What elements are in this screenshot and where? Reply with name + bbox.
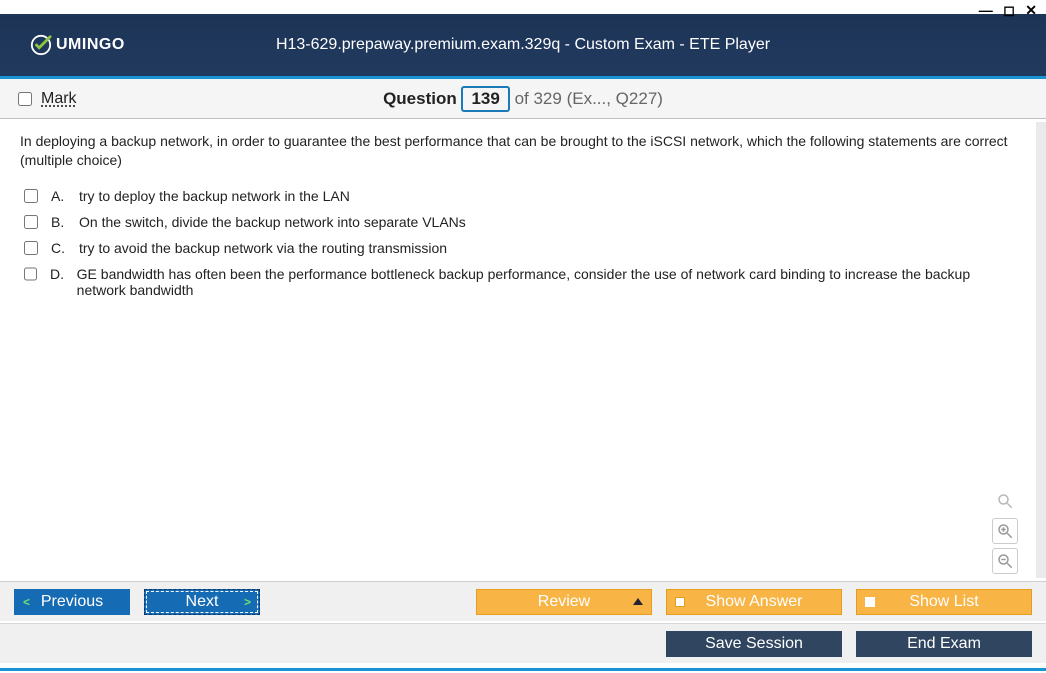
zoom-controls [992,488,1018,574]
option-row[interactable]: A. try to deploy the backup network in t… [20,184,1016,210]
review-label: Review [538,593,590,611]
app-window: — ◻ ✕ UMINGO H13-629.prepaway.premium.ex… [0,0,1046,673]
question-word: Question [383,89,457,108]
triangle-up-icon [633,598,643,605]
minimize-icon[interactable]: — [979,2,996,18]
zoom-out-icon [996,552,1014,570]
save-session-button[interactable]: Save Session [666,631,842,657]
question-count-tail: of 329 (Ex..., Q227) [515,89,663,108]
zoom-in-icon [996,522,1014,540]
window-title: H13-629.prepaway.premium.exam.329q - Cus… [0,36,1046,54]
end-exam-label: End Exam [907,635,981,653]
option-checkbox-a[interactable] [24,189,38,203]
option-checkbox-b[interactable] [24,215,38,229]
end-exam-button[interactable]: End Exam [856,631,1032,657]
review-button[interactable]: Review [476,589,652,615]
question-panel: In deploying a backup network, in order … [0,122,1046,578]
next-button[interactable]: Next > [144,589,260,615]
mark-checkbox[interactable] [18,92,32,106]
question-header: Mark Question 139 of 329 (Ex..., Q227) [0,79,1046,119]
zoom-in-button[interactable] [992,518,1018,544]
question-counter: Question 139 of 329 (Ex..., Q227) [0,86,1046,112]
option-row[interactable]: D. GE bandwidth has often been the perfo… [20,262,1016,302]
option-letter: D. [50,266,67,282]
header: UMINGO H13-629.prepaway.premium.exam.329… [0,14,1046,79]
option-letter: A. [51,188,69,204]
brand: UMINGO [30,34,125,56]
option-text: try to deploy the backup network in the … [79,188,350,204]
brand-check-icon [30,34,52,56]
option-text: On the switch, divide the backup network… [79,214,466,230]
next-label: Next [186,593,219,611]
previous-button[interactable]: < Previous [14,589,130,615]
show-answer-label: Show Answer [706,593,803,611]
save-session-label: Save Session [705,635,803,653]
close-icon[interactable]: ✕ [1025,2,1040,18]
magnifier-icon [996,492,1014,510]
mark-checkbox-wrap[interactable]: Mark [14,89,77,109]
option-checkbox-c[interactable] [24,241,38,255]
show-answer-button[interactable]: Show Answer [666,589,842,615]
option-checkbox-d[interactable] [24,267,37,281]
nav-bar-primary: < Previous Next > Review Show Answer Sho… [0,581,1046,621]
brand-text: UMINGO [56,36,125,54]
window-controls: — ◻ ✕ [979,2,1040,20]
question-number-input[interactable]: 139 [461,86,509,112]
option-row[interactable]: B. On the switch, divide the backup netw… [20,210,1016,236]
show-list-label: Show List [909,593,978,611]
option-letter: C. [51,240,69,256]
mark-label: Mark [41,90,77,108]
show-list-button[interactable]: Show List [856,589,1032,615]
zoom-reset-button[interactable] [992,488,1018,514]
maximize-icon[interactable]: ◻ [1003,2,1018,18]
option-row[interactable]: C. try to avoid the backup network via t… [20,236,1016,262]
option-text: try to avoid the backup network via the … [79,240,447,256]
question-text: In deploying a backup network, in order … [20,132,1016,170]
chevron-right-icon: > [244,595,251,609]
nav-bar-secondary: Save Session End Exam [0,623,1046,663]
bottom-accent-line [0,668,1046,671]
square-icon [675,597,685,607]
previous-label: Previous [41,593,103,611]
chevron-left-icon: < [23,595,30,609]
zoom-out-button[interactable] [992,548,1018,574]
option-letter: B. [51,214,69,230]
option-text: GE bandwidth has often been the performa… [77,266,1016,298]
square-icon [865,597,875,607]
